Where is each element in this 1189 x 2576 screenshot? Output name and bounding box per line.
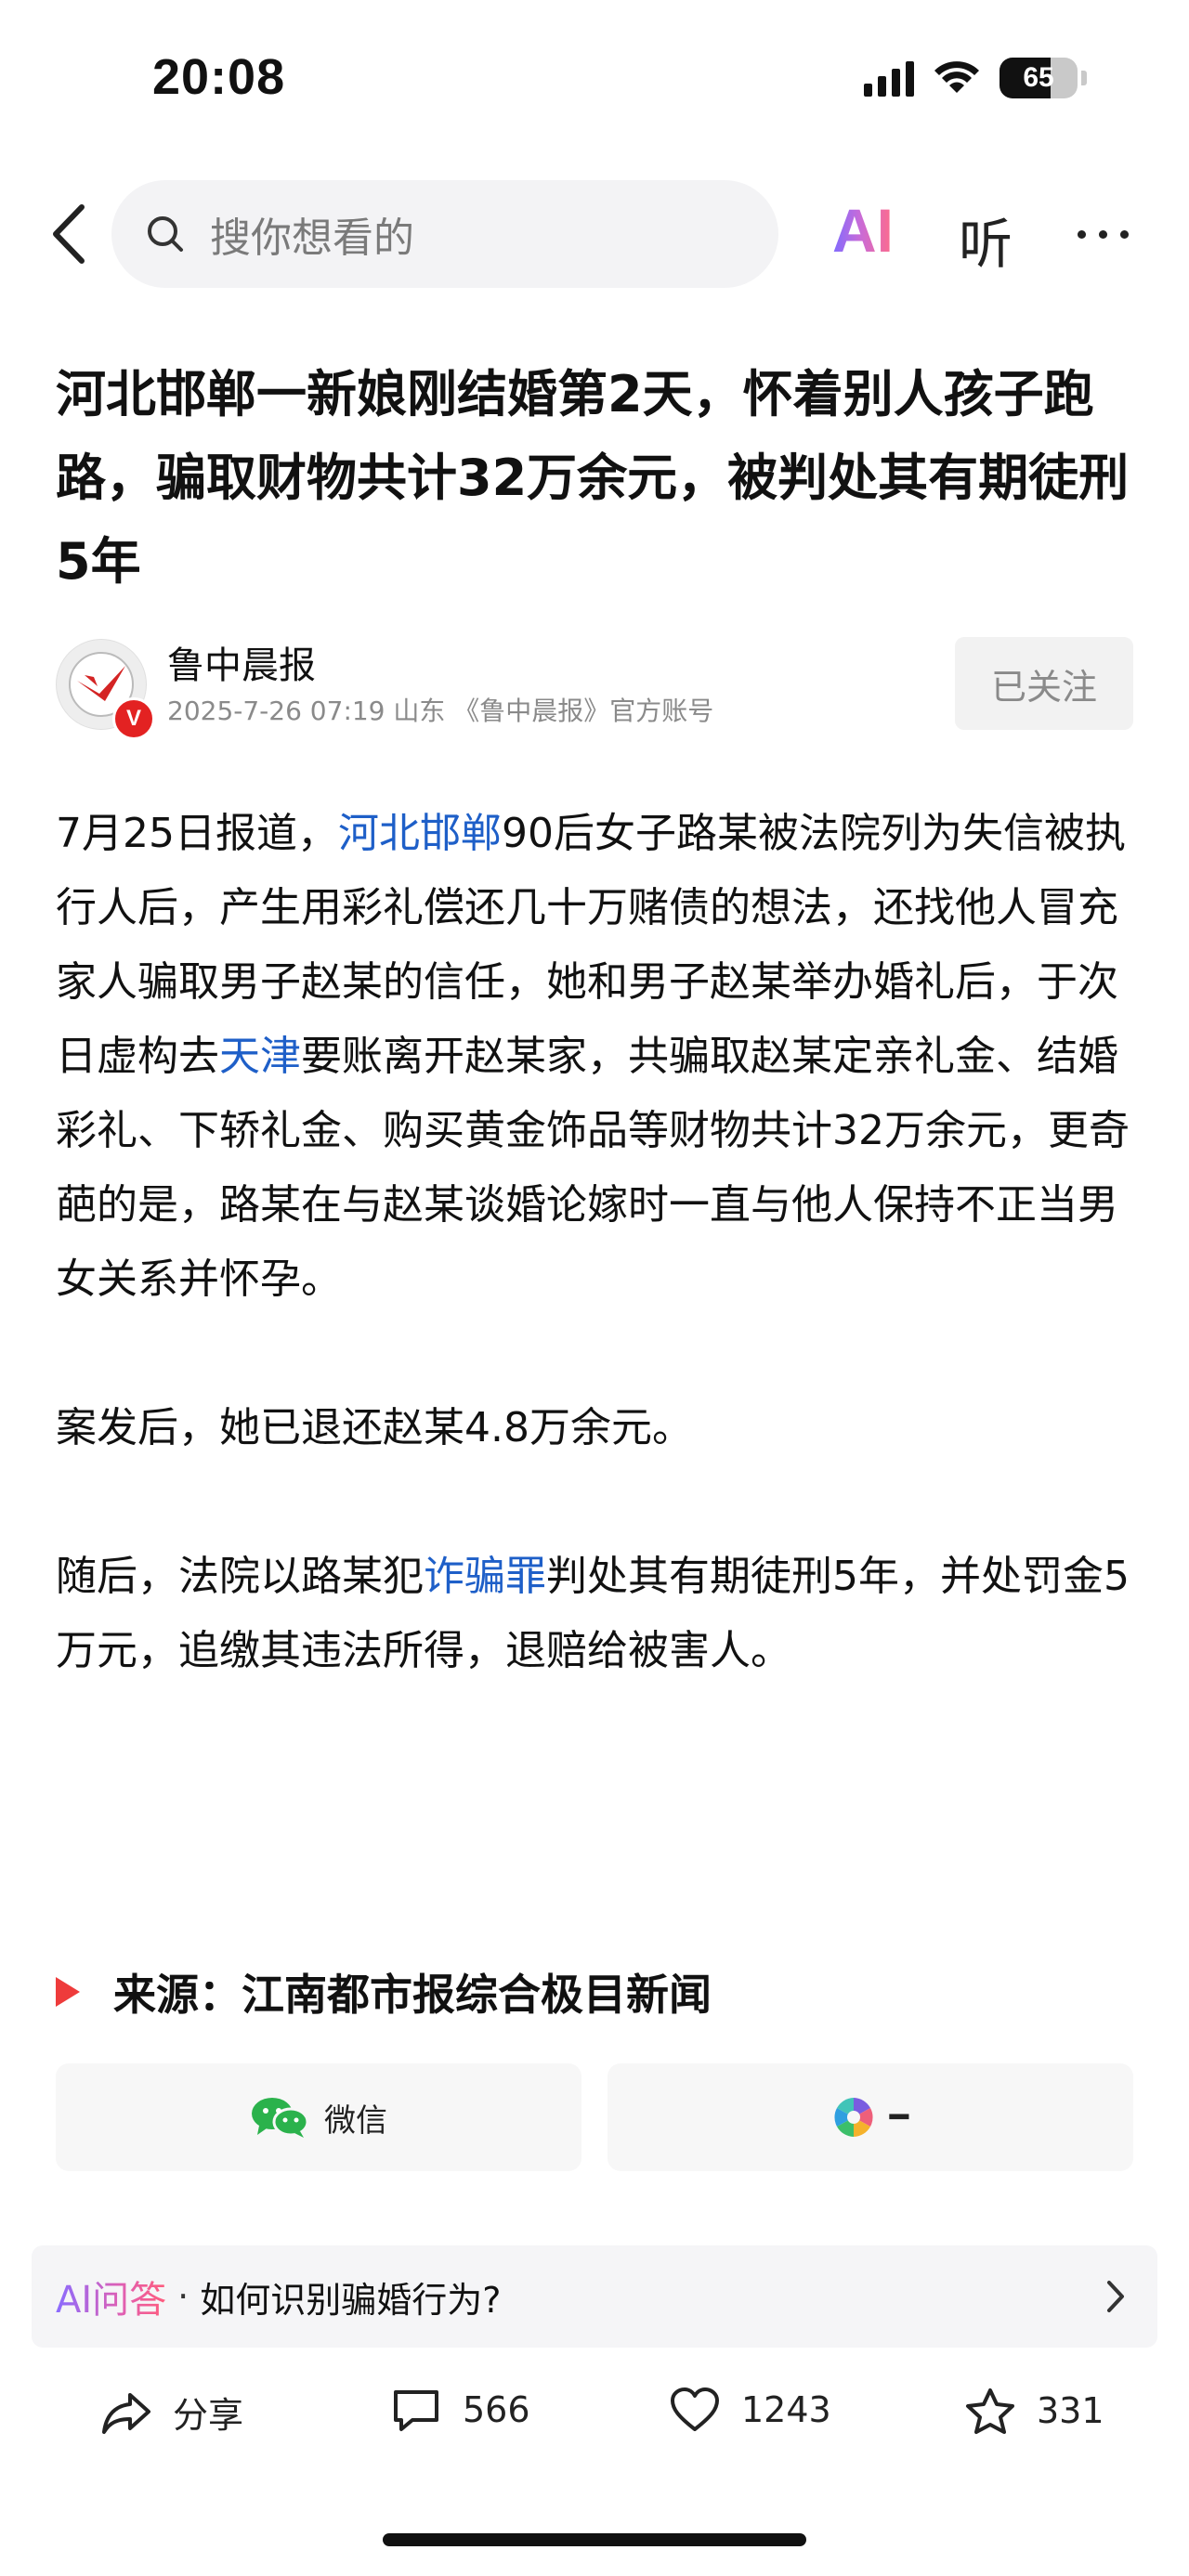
like-button[interactable]: 1243 [669, 2387, 831, 2433]
ai-qa-label: AI问答 [56, 2270, 166, 2323]
more-dot-icon [1099, 230, 1107, 239]
share-moments-button[interactable]: ━ [608, 2063, 1133, 2171]
search-icon [148, 216, 183, 252]
back-button[interactable] [41, 201, 97, 267]
share-icon [102, 2392, 150, 2434]
more-dot-icon [1120, 230, 1129, 239]
chevron-left-icon [53, 204, 85, 264]
source-row: 来源：江南都市报综合极目新闻 [56, 1959, 712, 2024]
comment-count: 566 [463, 2389, 530, 2430]
moments-icon [834, 2098, 873, 2137]
more-dot-icon [1078, 230, 1086, 239]
listen-button[interactable]: 听 [959, 201, 1013, 279]
star-icon [966, 2388, 1014, 2434]
link-tianjin[interactable]: 天津 [219, 1033, 301, 1080]
favorite-count: 331 [1037, 2390, 1104, 2431]
search-placeholder: 搜你想看的 [210, 215, 414, 262]
source-text: 来源：江南都市报综合极目新闻 [113, 1970, 712, 2020]
article-meta: 2025-7-26 07:19 山东 《鲁中晨报》官方账号 [167, 696, 714, 726]
more-options-button[interactable] [1078, 230, 1129, 239]
status-time: 20:08 [152, 49, 286, 105]
ai-qa-question: 如何识别骗婚行为? [200, 2279, 502, 2321]
comment-button[interactable]: 566 [390, 2387, 530, 2433]
like-count: 1243 [741, 2389, 831, 2430]
battery-level: 65 [1023, 62, 1054, 93]
paragraph: 7月25日报道，河北邯郸90后女子路某被法院列为失信被执行人后，产生用彩礼偿还几… [56, 797, 1143, 1317]
article-title: 河北邯郸一新娘刚结婚第2天，怀着别人孩子跑路，骗取财物共计32万余元，被判处其有… [56, 365, 1130, 591]
comment-icon [394, 2390, 438, 2431]
paragraph: 案发后，她已退还赵某4.8万余元。 [56, 1404, 693, 1451]
cellular-signal-icon [864, 59, 914, 97]
home-indicator[interactable] [383, 2533, 806, 2546]
author-name[interactable]: 鲁中晨报 [167, 635, 316, 689]
link-fraud-crime[interactable]: 诈骗罪 [424, 1553, 546, 1600]
ai-qa-separator: · [177, 2276, 189, 2317]
article-body: 7月25日报道，河北邯郸90后女子路某被法院列为失信被执行人后，产生用彩礼偿还几… [56, 797, 1143, 1688]
ai-button[interactable]: AI [832, 195, 894, 266]
author-row: V 鲁中晨报 2025-7-26 07:19 山东 《鲁中晨报》官方账号 已关注 [56, 631, 1133, 740]
share-label: 分享 [173, 2395, 244, 2436]
follow-button[interactable]: 已关注 [955, 637, 1133, 730]
wechat-label: 微信 [324, 2101, 387, 2140]
bottom-action-bar: 分享 566 1243 331 [0, 2366, 1189, 2459]
share-wechat-button[interactable]: 微信 [56, 2063, 581, 2171]
wifi-icon [934, 61, 979, 93]
moments-label: ━ [889, 2099, 909, 2136]
paragraph-text: 7月25日报道， [56, 810, 338, 857]
search-input[interactable]: 搜你想看的 [111, 180, 778, 288]
top-nav: 搜你想看的 AI 听 [0, 176, 1189, 292]
share-button[interactable]: 分享 [100, 2387, 243, 2438]
status-bar: 20:08 65 [0, 0, 1189, 158]
status-indicators: 65 [864, 58, 1087, 98]
battery-icon: 65 [1000, 58, 1078, 98]
chevron-right-icon [1107, 2281, 1124, 2312]
play-triangle-icon [56, 1977, 80, 2007]
heart-icon [671, 2387, 719, 2431]
wechat-icon [252, 2098, 309, 2138]
link-hebei-handan[interactable]: 河北邯郸 [338, 810, 502, 857]
favorite-button[interactable]: 331 [964, 2387, 1104, 2435]
paragraph-text: 随后，法院以路某犯 [56, 1553, 424, 1600]
author-avatar[interactable]: V [56, 639, 155, 740]
paragraph: 随后，法院以路某犯诈骗罪判处其有期徒刑5年，并处罚金5万元，追缴其违法所得，退赔… [56, 1540, 1143, 1688]
ai-qa-bar[interactable]: AI问答 · 如何识别骗婚行为? [32, 2245, 1157, 2348]
verified-badge: V [112, 697, 155, 740]
